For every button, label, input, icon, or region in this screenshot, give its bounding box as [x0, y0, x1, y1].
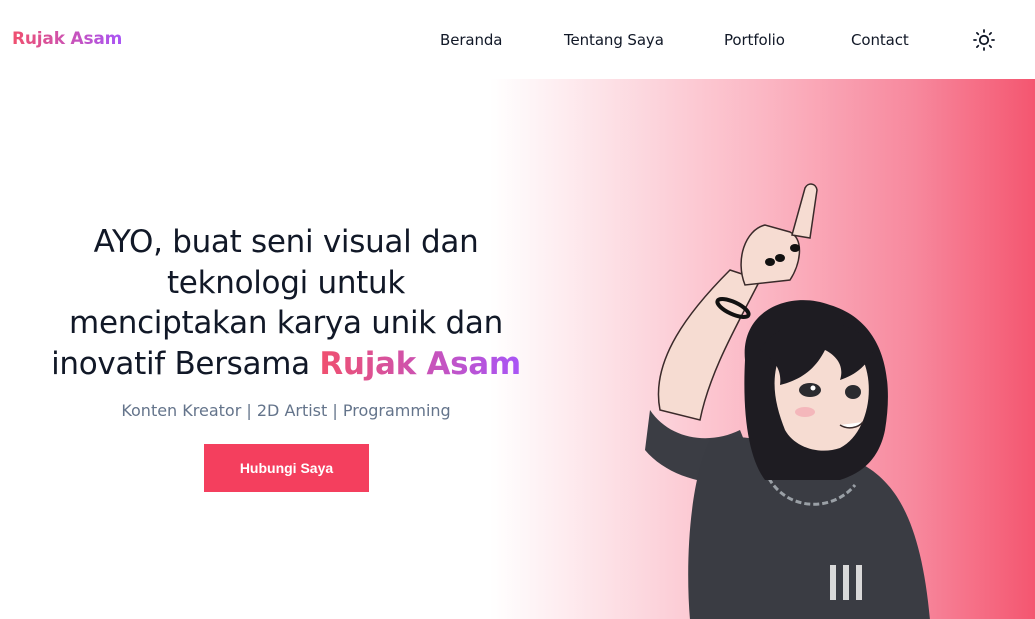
theme-toggle-button[interactable]	[972, 28, 996, 52]
nav-link-tentang-saya[interactable]: Tentang Saya	[564, 31, 664, 49]
headline-line-1: AYO, buat seni visual dan	[93, 224, 479, 260]
headline-line-2: teknologi untuk	[166, 264, 406, 301]
nav-link-portfolio[interactable]: Portfolio	[724, 31, 785, 49]
hero-headline: AYO, buat seni visual dan teknologi untu…	[30, 222, 542, 384]
headline-accent-brand: Rujak Asam	[319, 345, 521, 382]
headline-line-4: inovatif Bersama	[51, 345, 310, 382]
character-illustration	[645, 183, 930, 619]
navbar: Rujak Asam Beranda Tentang Saya Portfoli…	[0, 0, 1035, 79]
brand-logo[interactable]: Rujak Asam	[12, 29, 122, 49]
nav-link-beranda[interactable]: Beranda	[440, 31, 503, 49]
headline-line-3: menciptakan karya unik dan	[69, 305, 503, 341]
sun-icon	[973, 29, 995, 51]
hero-subtitle: Konten Kreator | 2D Artist | Programming	[121, 401, 451, 420]
nav-link-contact[interactable]: Contact	[851, 31, 909, 49]
contact-me-button[interactable]: Hubungi Saya	[204, 444, 369, 492]
